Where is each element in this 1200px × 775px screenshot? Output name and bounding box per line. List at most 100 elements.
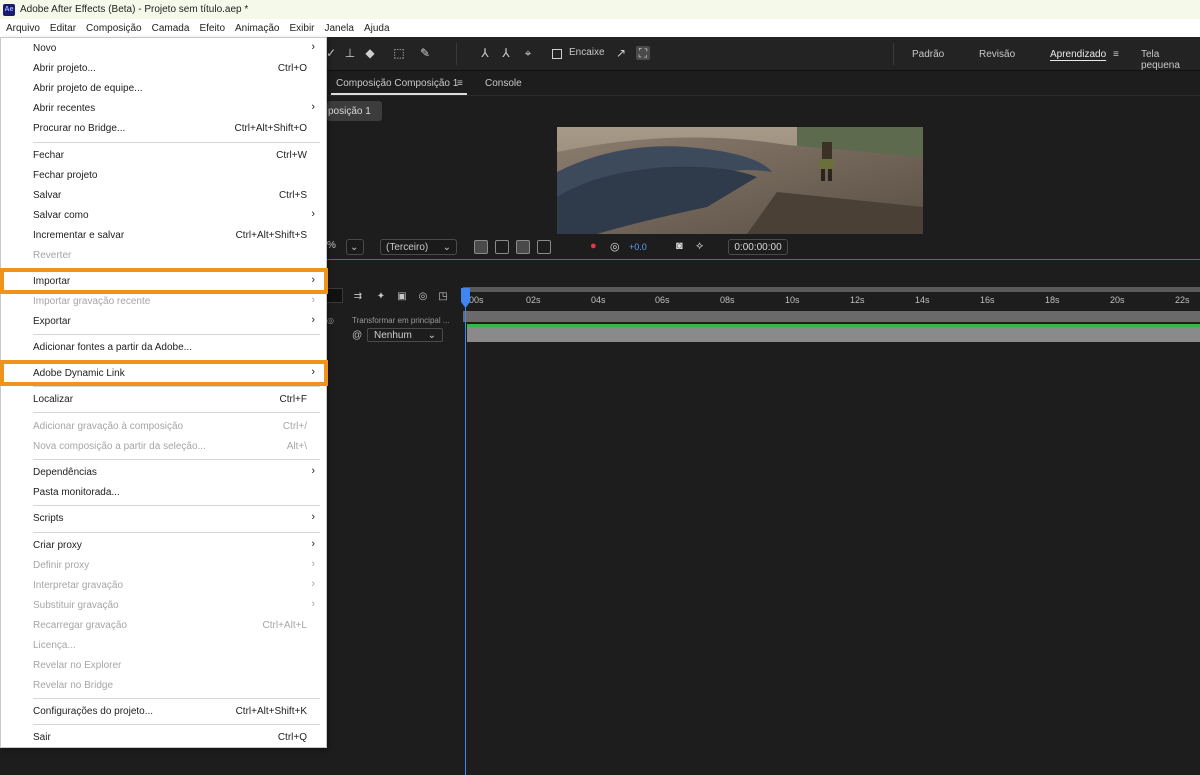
menu-item-scripts[interactable]: Scripts ›	[1, 509, 326, 529]
graph-editor-icon[interactable]: ◳	[437, 290, 449, 302]
clone-stamp-tool-icon[interactable]: ⊥	[343, 46, 357, 60]
menu-item-procurar-no-bridge[interactable]: Procurar no Bridge... Ctrl+Alt+Shift+O	[1, 119, 326, 139]
workspace-menu-icon[interactable]: ≡	[1113, 49, 1119, 60]
menu-item-label: Salvar como	[33, 210, 89, 221]
layer-duration-bar[interactable]	[467, 327, 1200, 342]
transparency-grid-icon[interactable]	[495, 240, 509, 254]
menu-item-configuracoes-do-projeto[interactable]: Configurações do projeto... Ctrl+Alt+Shif…	[1, 702, 326, 722]
menu-item-adicionar-fontes-a-partir-da-adobe[interactable]: Adicionar fontes a partir da Adobe...	[1, 338, 326, 358]
menu-item-shortcut: Ctrl+Q	[277, 732, 307, 743]
menu-item-pasta-monitorada[interactable]: Pasta monitorada...	[1, 483, 326, 503]
menu-item-label: Fechar	[33, 150, 65, 161]
resolution-dropdown[interactable]: ⌄	[346, 239, 364, 255]
composition-breadcrumb-tab[interactable]: posição 1	[327, 101, 382, 121]
local-axis-mode-icon[interactable]: ⅄	[478, 46, 492, 60]
fast-previews-icon[interactable]	[474, 240, 488, 254]
workspace-tela-pequena[interactable]: Tela pequena	[1141, 49, 1200, 71]
menu-janela[interactable]: Janela	[320, 19, 359, 37]
menu-item-label: Interpretar gravação	[33, 580, 124, 591]
exposure-value[interactable]: +0.0	[629, 242, 647, 252]
menu-item-fechar[interactable]: Fechar Ctrl+W	[1, 146, 326, 166]
show-snapshot-icon[interactable]: ⟡	[696, 240, 710, 254]
menu-item-label: Revelar no Bridge	[33, 680, 114, 691]
workspace-aprendizado[interactable]: Aprendizado	[1050, 49, 1106, 60]
snapshot-camera-icon[interactable]: ◙	[676, 240, 690, 254]
puppet-pin-tool-icon[interactable]: ✎	[418, 46, 432, 60]
parent-dropdown[interactable]: Nenhum ⌄	[367, 328, 443, 342]
snapping-checkbox[interactable]	[552, 49, 562, 59]
menu-item-salvar-como[interactable]: Salvar como ›	[1, 206, 326, 226]
snap-expand-icon[interactable]: ↗	[614, 46, 628, 60]
current-time-display[interactable]: 0:00:00:00	[728, 239, 788, 255]
menu-composicao[interactable]: Composição	[81, 19, 147, 37]
timeline-search-input[interactable]	[327, 288, 343, 303]
menu-separator	[33, 724, 320, 725]
view-axis-mode-icon[interactable]: ⌖	[521, 46, 535, 60]
workspace-revisao[interactable]: Revisão	[979, 49, 1015, 60]
menu-separator	[33, 532, 320, 533]
menu-item-abrir-projeto[interactable]: Abrir projeto... Ctrl+O	[1, 59, 326, 79]
eraser-tool-icon[interactable]: ◆	[363, 46, 377, 60]
draft-3d-icon[interactable]: ✦	[375, 290, 387, 302]
work-area-bar[interactable]	[463, 311, 1200, 322]
menu-item-interpretar-gravacao: Interpretar gravação ›	[1, 576, 326, 596]
pickwhip-icon[interactable]: @	[352, 330, 362, 341]
window-title: Adobe After Effects (Beta) - Projeto sem…	[20, 4, 249, 15]
menu-item-adobe-dynamic-link[interactable]: Adobe Dynamic Link ›	[1, 364, 326, 384]
tab-console[interactable]: Console	[485, 78, 522, 89]
chevron-right-icon: ›	[311, 366, 315, 378]
grid-guides-icon[interactable]	[558, 240, 572, 254]
menu-item-label: Importar gravação recente	[33, 296, 151, 307]
menu-editar[interactable]: Editar	[45, 19, 81, 37]
menu-item-shortcut: Ctrl+S	[278, 190, 307, 201]
menu-item-label: Nova composição a partir da seleção...	[33, 441, 206, 452]
frame-blending-icon[interactable]: ◎	[417, 290, 429, 302]
column-header-parent[interactable]: Transformar em principal ...	[352, 316, 450, 325]
menu-separator	[33, 268, 320, 269]
mask-path-icon[interactable]	[516, 240, 530, 254]
menu-ajuda[interactable]: Ajuda	[359, 19, 395, 37]
chevron-right-icon: ›	[311, 465, 315, 477]
color-channels-icon[interactable]: ●	[590, 240, 604, 254]
menu-exibir[interactable]: Exibir	[284, 19, 319, 37]
menu-item-exportar[interactable]: Exportar ›	[1, 312, 326, 332]
menu-item-incrementar-e-salvar[interactable]: Incrementar e salvar Ctrl+Alt+Shift+S	[1, 226, 326, 246]
menu-animacao[interactable]: Animação	[230, 19, 284, 37]
menu-item-novo[interactable]: Novo ›	[1, 39, 326, 59]
roto-brush-tool-icon[interactable]: ⬚	[392, 46, 406, 60]
toolbar-divider	[893, 43, 894, 65]
camera-view-value: (Terceiro)	[386, 241, 429, 253]
workspace-padrao[interactable]: Padrão	[912, 49, 944, 60]
shy-layers-icon[interactable]: ▣	[396, 290, 408, 302]
comp-mini-flowchart-icon[interactable]: ⇉	[352, 290, 364, 302]
menu-item-salvar[interactable]: Salvar Ctrl+S	[1, 186, 326, 206]
camera-view-dropdown[interactable]: (Terceiro) ⌄	[380, 239, 457, 255]
menu-item-adicionar-gravacao-a-composicao: Adicionar gravação à composição Ctrl+/	[1, 417, 326, 437]
menu-item-importar[interactable]: Importar ›	[1, 272, 326, 292]
menu-item-localizar[interactable]: Localizar Ctrl+F	[1, 390, 326, 410]
menu-arquivo[interactable]: Arquivo	[0, 19, 45, 37]
menu-item-shortcut: Ctrl+W	[276, 150, 307, 161]
menu-item-abrir-recentes[interactable]: Abrir recentes ›	[1, 99, 326, 119]
menu-item-fechar-projeto[interactable]: Fechar projeto	[1, 166, 326, 186]
time-ruler[interactable]: 00s 02s 04s 06s 08s 10s 12s 14s 16s 18s …	[463, 292, 1200, 310]
menu-item-label: Importar	[33, 276, 71, 287]
time-tick: 12s	[850, 295, 865, 305]
menu-item-criar-proxy[interactable]: Criar proxy ›	[1, 536, 326, 556]
panel-menu-icon[interactable]: ≡	[457, 78, 463, 89]
tab-composition[interactable]: Composição Composição 1	[336, 78, 458, 89]
reset-exposure-icon[interactable]: ◎	[610, 240, 624, 254]
menu-item-abrir-projeto-de-equipe[interactable]: Abrir projeto de equipe...	[1, 79, 326, 99]
menu-item-sair[interactable]: Sair Ctrl+Q	[1, 728, 326, 748]
menu-separator	[33, 386, 320, 387]
playhead-line[interactable]	[465, 300, 466, 775]
menu-item-label: Licença...	[33, 640, 76, 651]
menu-item-label: Exportar	[33, 316, 71, 327]
region-of-interest-icon[interactable]	[537, 240, 551, 254]
composition-viewer[interactable]	[557, 127, 923, 234]
world-axis-mode-icon[interactable]: ⅄	[499, 46, 513, 60]
snap-grid-icon[interactable]: ⛶	[636, 46, 650, 60]
menu-item-dependencias[interactable]: Dependências ›	[1, 463, 326, 483]
menu-camada[interactable]: Camada	[147, 19, 195, 37]
menu-efeito[interactable]: Efeito	[194, 19, 230, 37]
